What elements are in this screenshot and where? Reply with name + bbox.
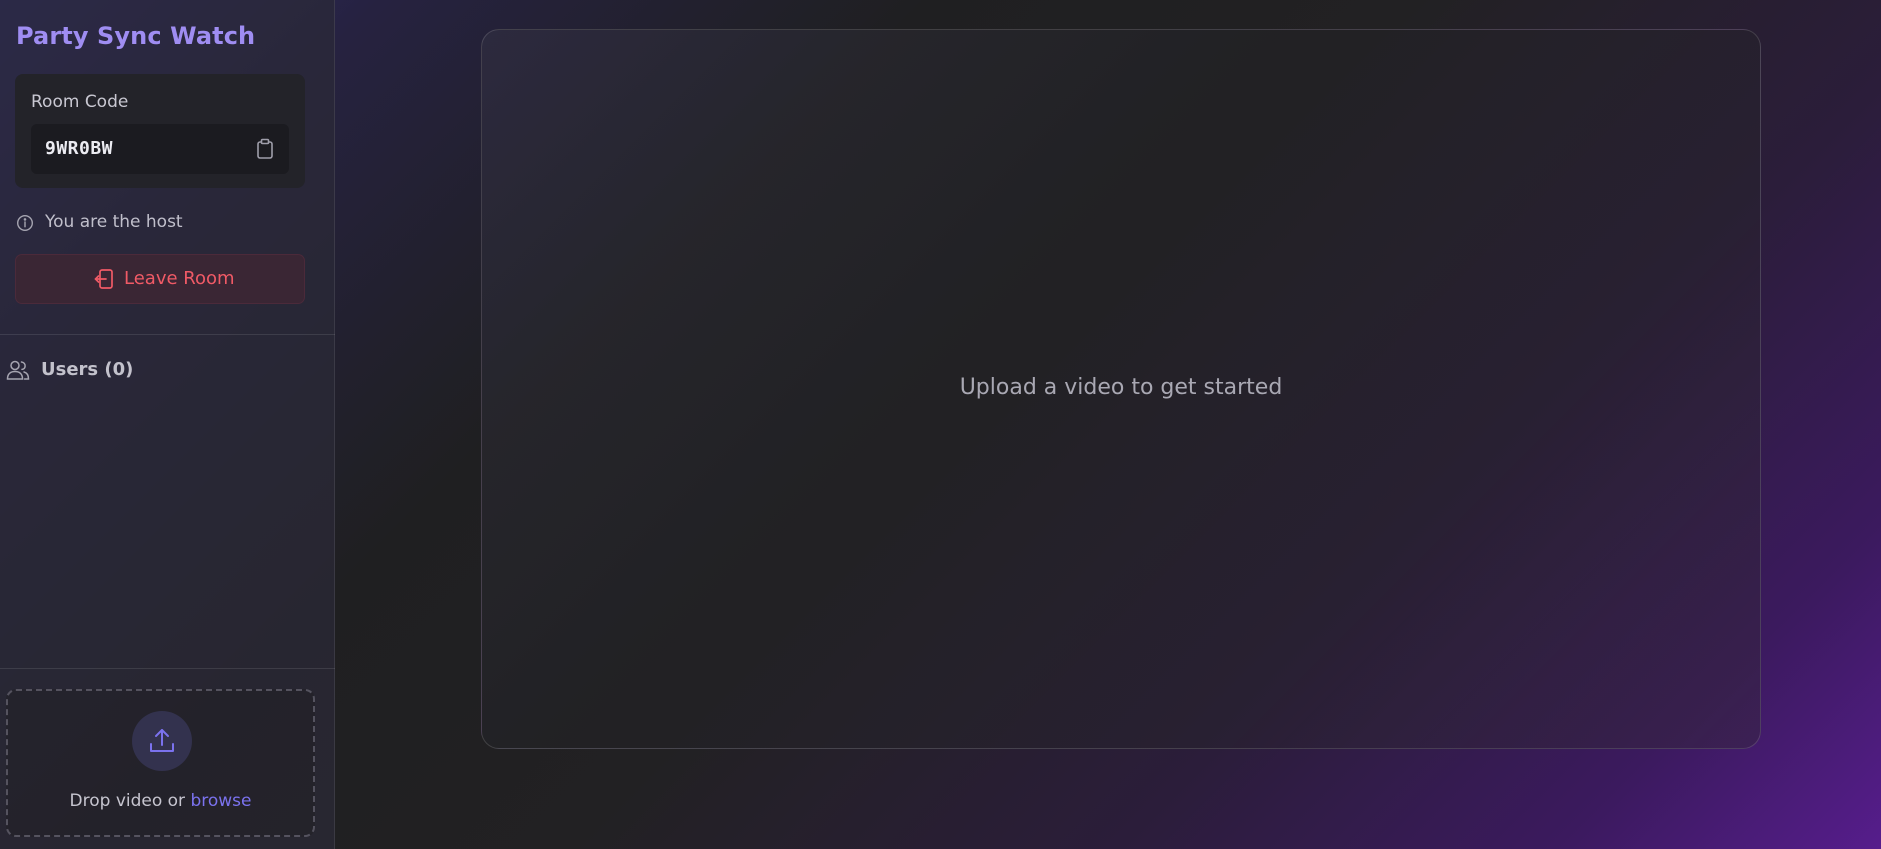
leave-room-label: Leave Room — [124, 268, 235, 289]
room-code-box: 9WR0BW — [31, 124, 289, 174]
video-dropzone[interactable]: Drop video or browse — [6, 689, 315, 837]
sidebar-divider — [0, 334, 335, 335]
leave-room-button[interactable]: Leave Room — [15, 254, 305, 304]
room-code-label: Room Code — [31, 92, 129, 112]
upload-icon — [149, 727, 175, 754]
host-status-text: You are the host — [45, 212, 183, 232]
player-empty-message: Upload a video to get started — [959, 375, 1283, 400]
upload-button[interactable] — [132, 711, 192, 771]
info-icon — [16, 214, 34, 232]
browse-link[interactable]: browse — [190, 791, 251, 811]
sidebar: Party Sync Watch Room Code 9WR0BW You ar… — [0, 0, 335, 849]
video-player-area: Upload a video to get started — [481, 29, 1761, 749]
users-count-label: Users (0) — [41, 359, 134, 380]
dropzone-text: Drop video or browse — [8, 791, 313, 811]
users-icon — [6, 359, 30, 381]
clipboard-icon[interactable] — [255, 138, 275, 160]
room-code-value: 9WR0BW — [45, 138, 114, 159]
sidebar-divider — [0, 668, 335, 669]
dropzone-prefix: Drop video or — [69, 791, 191, 811]
logout-icon — [94, 268, 116, 290]
app-title: Party Sync Watch — [16, 22, 256, 50]
room-code-card: Room Code 9WR0BW — [15, 74, 305, 188]
